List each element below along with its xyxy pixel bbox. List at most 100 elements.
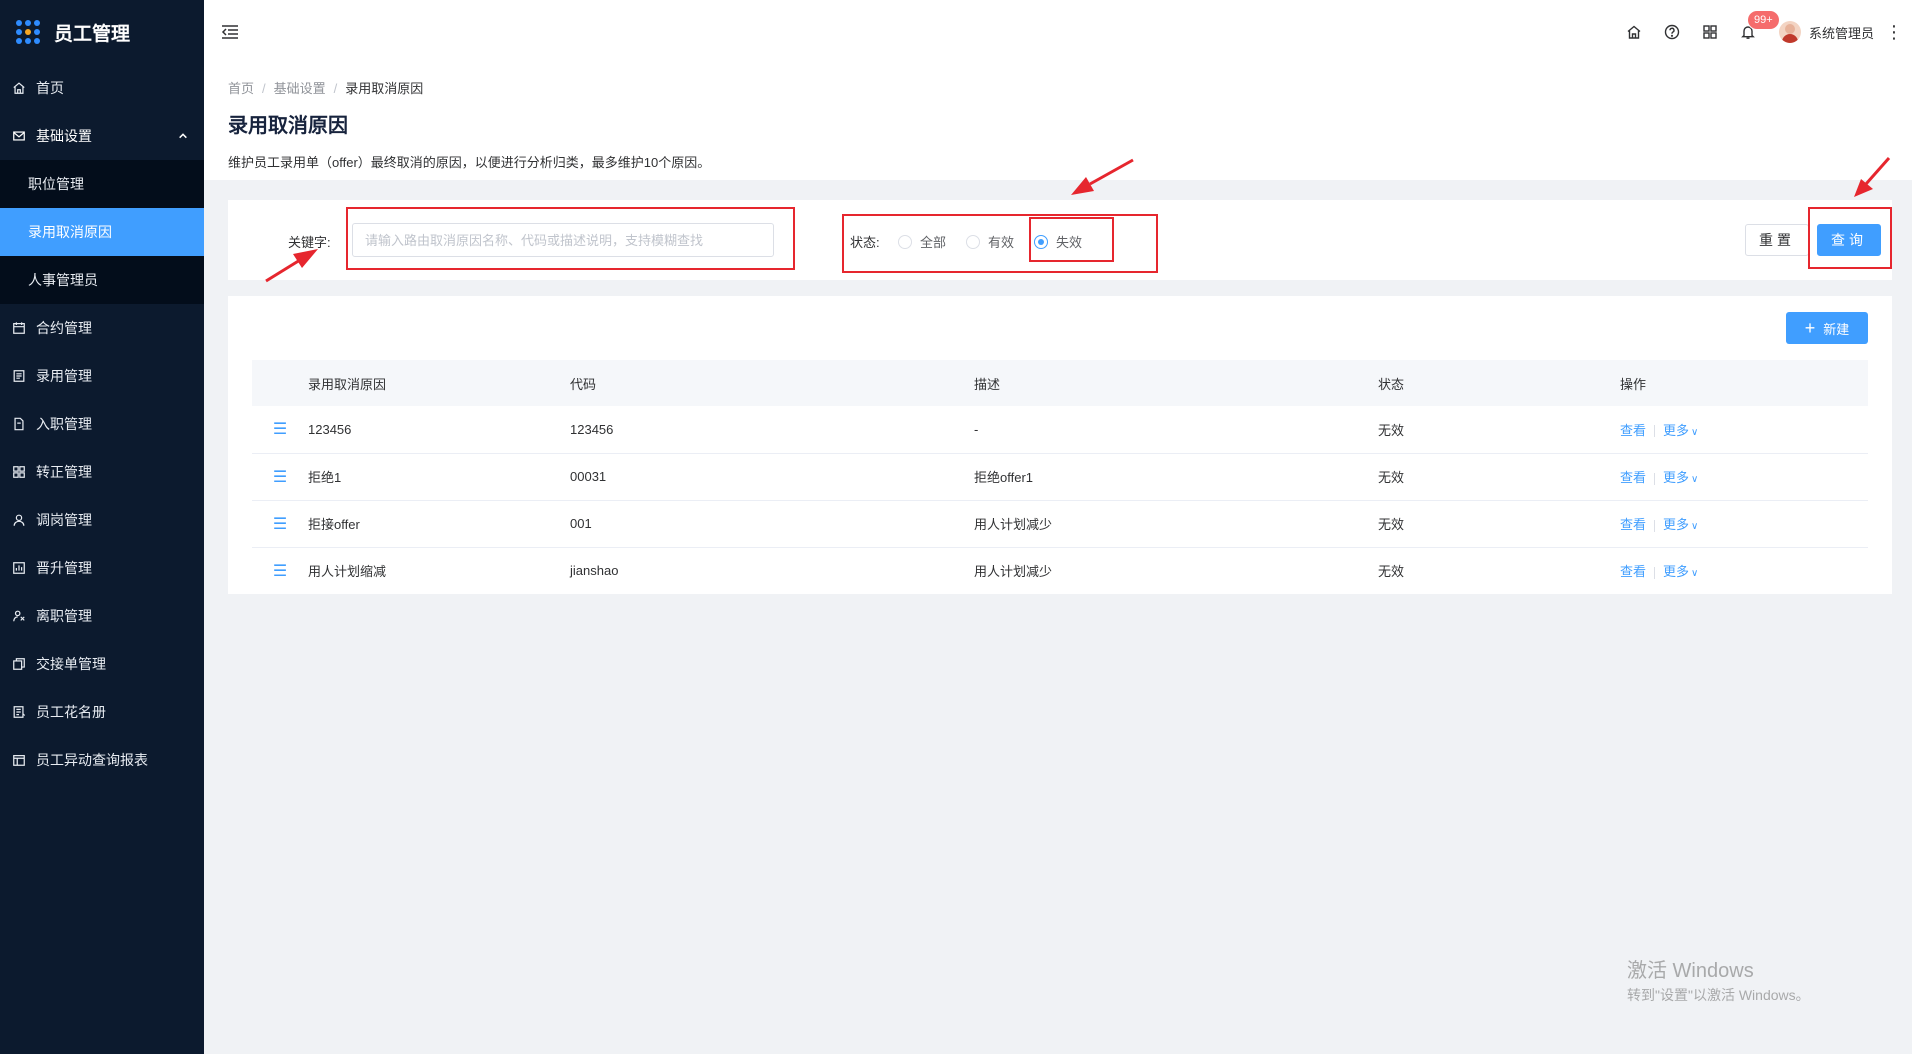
sidebar-item-label: 交接单管理	[36, 656, 106, 672]
drag-handle-icon[interactable]: ☰	[252, 547, 308, 594]
new-button[interactable]: + 新建	[1786, 312, 1868, 344]
chevron-up-icon	[178, 128, 188, 144]
cell-actions: 查看 更多 ∨	[1620, 453, 1868, 500]
notification-badge: 99+	[1746, 10, 1780, 30]
breadcrumb: 首页 / 基础设置 / 录用取消原因	[228, 78, 1888, 97]
menu-fold-icon[interactable]	[220, 22, 240, 42]
cell-code: 001	[570, 516, 592, 531]
reset-button[interactable]: 重置	[1745, 224, 1809, 256]
more-label: 更多	[1663, 470, 1690, 485]
drag-handle-icon[interactable]: ☰	[252, 406, 308, 453]
query-button[interactable]: 查询	[1817, 224, 1881, 256]
column-header-description: 描述	[974, 376, 1001, 392]
sidebar-item-position-management[interactable]: 职位管理	[0, 160, 204, 208]
breadcrumb-separator: /	[262, 81, 266, 96]
cell-reason: 用人计划缩减	[308, 564, 387, 580]
sidebar-item-label: 合约管理	[36, 320, 92, 336]
sidebar-item-label: 首页	[36, 80, 64, 96]
view-link[interactable]: 查看	[1620, 470, 1646, 485]
page-header: 首页 / 基础设置 / 录用取消原因 录用取消原因 维护员工录用单（offer）最终取消…	[204, 64, 1912, 180]
chart-icon	[12, 561, 26, 575]
sidebar-item-basic-settings[interactable]: 基础设置	[0, 112, 204, 160]
drag-handle-icon[interactable]: ☰	[252, 500, 308, 547]
cell-reason: 123456	[308, 421, 352, 437]
sidebar-item-handover-management[interactable]: 交接单管理	[0, 640, 204, 688]
view-link[interactable]: 查看	[1620, 423, 1646, 438]
help-icon[interactable]	[1653, 0, 1691, 64]
more-dropdown[interactable]: 更多 ∨	[1663, 470, 1698, 485]
mail-icon	[12, 129, 26, 143]
bell-icon[interactable]: 99+	[1729, 0, 1780, 64]
sidebar-item-hr-admin[interactable]: 人事管理员	[0, 256, 204, 304]
home-icon[interactable]	[1615, 0, 1653, 64]
status-radio-valid[interactable]: 有效	[966, 232, 1014, 251]
view-link[interactable]: 查看	[1620, 564, 1646, 579]
roster-icon	[12, 705, 26, 719]
sidebar-item-regularization-management[interactable]: 转正管理	[0, 448, 204, 496]
sidebar-item-hiring-management[interactable]: 录用管理	[0, 352, 204, 400]
cell-actions: 查看 更多 ∨	[1620, 547, 1868, 594]
layout-icon[interactable]	[1691, 0, 1729, 64]
submenu-basic-settings: 职位管理 录用取消原因 人事管理员	[0, 160, 204, 304]
sidebar-item-resignation-management[interactable]: 离职管理	[0, 592, 204, 640]
action-divider	[1654, 472, 1656, 485]
action-divider	[1654, 425, 1656, 438]
cell-status: 无效	[1378, 422, 1405, 438]
user-menu[interactable]: 系统管理员	[1778, 21, 1874, 43]
sidebar-item-promotion-management[interactable]: 晋升管理	[0, 544, 204, 592]
top-header: 99+ 系统管理员 ⋮	[204, 0, 1912, 64]
sidebar-item-change-report[interactable]: 员工异动查询报表	[0, 736, 204, 784]
sidebar-item-employee-roster[interactable]: 员工花名册	[0, 688, 204, 736]
report-icon	[12, 753, 26, 767]
column-header-status: 状态	[1378, 376, 1405, 392]
more-dropdown[interactable]: 更多 ∨	[1663, 517, 1698, 532]
column-header-reason: 录用取消原因	[308, 376, 387, 392]
sidebar-item-onboarding-management[interactable]: 入职管理	[0, 400, 204, 448]
more-dropdown[interactable]: 更多 ∨	[1663, 423, 1698, 438]
sidebar-item-label: 录用取消原因	[28, 224, 112, 240]
sidebar-item-transfer-management[interactable]: 调岗管理	[0, 496, 204, 544]
chevron-down-icon: ∨	[1691, 568, 1699, 580]
breadcrumb-item-basic-settings[interactable]: 基础设置	[274, 81, 326, 96]
sidebar-item-label: 职位管理	[28, 176, 84, 192]
table-row: ☰ 用人计划缩减 jianshao 用人计划减少 无效 查看 更多 ∨	[252, 547, 1868, 594]
status-radio-all[interactable]: 全部	[898, 232, 946, 251]
sidebar-item-label: 员工花名册	[36, 704, 106, 720]
watermark-subtitle: 转到"设置"以激活 Windows。	[1627, 987, 1810, 1003]
drag-handle-icon[interactable]: ☰	[252, 453, 308, 500]
column-header-actions: 操作	[1620, 376, 1647, 392]
table-header-row: 录用取消原因 代码 描述 状态 操作	[252, 360, 1868, 406]
radio-label: 全部	[920, 235, 947, 250]
document-icon	[12, 369, 26, 383]
copy-icon	[12, 657, 26, 671]
status-radio-invalid[interactable]: 失效	[1034, 232, 1082, 251]
column-header-code: 代码	[570, 376, 597, 392]
action-divider	[1654, 519, 1656, 532]
view-link[interactable]: 查看	[1620, 517, 1646, 532]
breadcrumb-item-home[interactable]: 首页	[228, 81, 254, 96]
cell-actions: 查看 更多 ∨	[1620, 500, 1868, 547]
chevron-down-icon: ∨	[1691, 426, 1699, 438]
radio-label: 有效	[988, 235, 1015, 250]
windows-activation-watermark: 激活 Windows 转到"设置"以激活 Windows。	[1627, 954, 1810, 1005]
more-vertical-icon[interactable]: ⋮	[1882, 22, 1906, 43]
sidebar-item-home[interactable]: 首页	[0, 64, 204, 112]
sidebar-item-offer-cancel-reason[interactable]: 录用取消原因	[0, 208, 204, 256]
table-row: ☰ 123456 123456 - 无效 查看 更多 ∨	[252, 406, 1868, 453]
sidebar-item-contract-management[interactable]: 合约管理	[0, 304, 204, 352]
exit-icon	[12, 609, 26, 623]
cell-description: -	[974, 421, 979, 437]
sidebar-item-label: 晋升管理	[36, 560, 92, 576]
apps-grid-icon	[16, 20, 40, 44]
chevron-down-icon: ∨	[1691, 521, 1699, 532]
keyword-search-input[interactable]	[352, 223, 774, 257]
sidebar-item-label: 调岗管理	[36, 512, 92, 528]
radio-circle	[966, 234, 980, 249]
cell-reason: 拒接offer	[308, 517, 360, 532]
more-dropdown[interactable]: 更多 ∨	[1663, 564, 1698, 579]
home-icon	[12, 81, 26, 95]
radio-circle	[1034, 234, 1048, 249]
action-divider	[1654, 566, 1656, 579]
sidebar-item-label: 录用管理	[36, 368, 92, 384]
keyword-label: 关键字:	[288, 235, 331, 250]
